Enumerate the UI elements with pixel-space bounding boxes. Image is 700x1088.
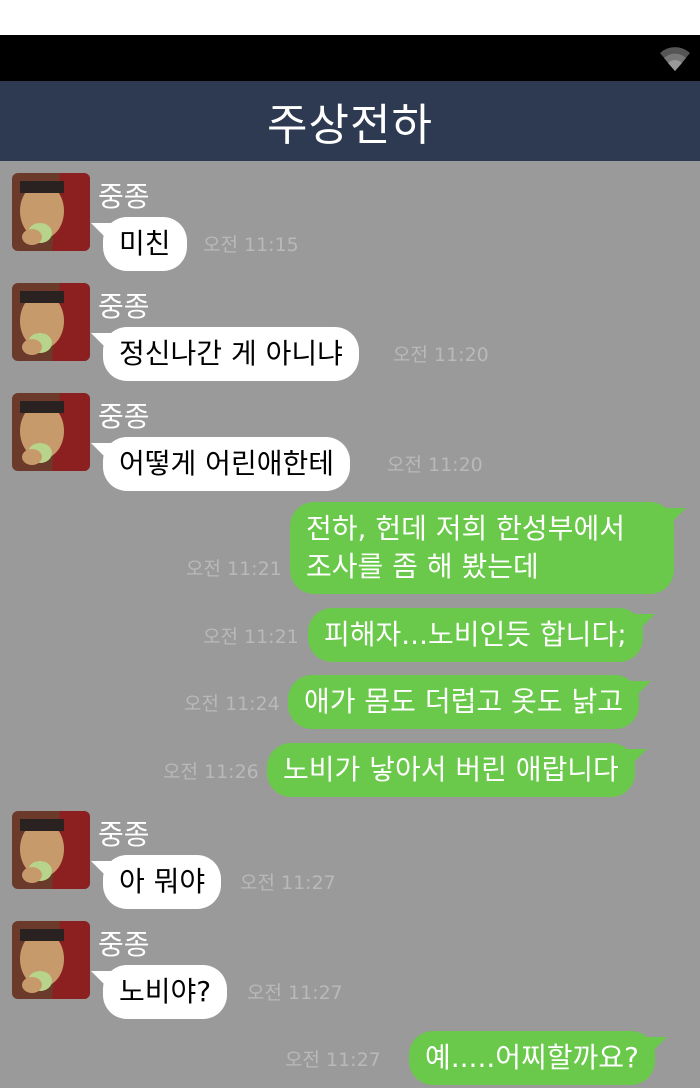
outgoing-message[interactable]: 전하, 헌데 저희 한성부에서 조사를 좀 해 봤는데	[290, 502, 686, 594]
message-time: 오전 11:15	[203, 234, 299, 256]
outgoing-message[interactable]: 애가 몸도 더럽고 옷도 낡고	[288, 675, 651, 729]
avatar[interactable]	[12, 393, 90, 471]
outgoing-message[interactable]: 예.....어찌할까요?	[409, 1031, 667, 1085]
message-time: 오전 11:27	[240, 872, 336, 894]
wifi-icon	[660, 47, 690, 71]
incoming-message[interactable]: 노비야?	[90, 965, 228, 1019]
avatar[interactable]	[12, 283, 90, 361]
message-time: 오전 11:24	[184, 693, 280, 715]
sender-name: 중종	[98, 818, 150, 851]
outgoing-message[interactable]: 피해자...노비인듯 합니다;	[308, 608, 655, 662]
incoming-message[interactable]: 정신나간 게 아니냐	[91, 327, 359, 381]
sender-name: 중종	[98, 290, 150, 323]
chat-area[interactable]: 중종 미친 오전 11:15 중종 정신나간 게 아니냐 오전 11:20 중종…	[0, 161, 700, 1088]
avatar[interactable]	[12, 811, 90, 889]
outgoing-message[interactable]: 노비가 낳아서 버린 애랍니다	[267, 743, 647, 797]
sender-name: 중종	[98, 400, 150, 433]
message-time: 오전 11:20	[393, 344, 489, 366]
message-time: 오전 11:26	[163, 761, 259, 783]
top-margin	[0, 0, 700, 35]
status-bar	[0, 35, 700, 81]
chat-header: 주상전하	[0, 81, 700, 161]
message-time: 오전 11:27	[285, 1049, 381, 1071]
message-time: 오전 11:20	[387, 454, 483, 476]
incoming-message[interactable]: 어떻게 어린애한테	[91, 437, 350, 491]
message-time: 오전 11:21	[186, 558, 282, 580]
avatar[interactable]	[12, 173, 90, 251]
incoming-message[interactable]: 아 뭐야	[90, 855, 222, 909]
sender-name: 중종	[98, 180, 150, 213]
chat-title: 주상전하	[267, 100, 433, 151]
avatar[interactable]	[12, 921, 90, 999]
message-time: 오전 11:27	[247, 982, 343, 1004]
sender-name: 중종	[98, 928, 150, 961]
incoming-message[interactable]: 미친	[91, 217, 187, 271]
message-time: 오전 11:21	[203, 626, 299, 648]
